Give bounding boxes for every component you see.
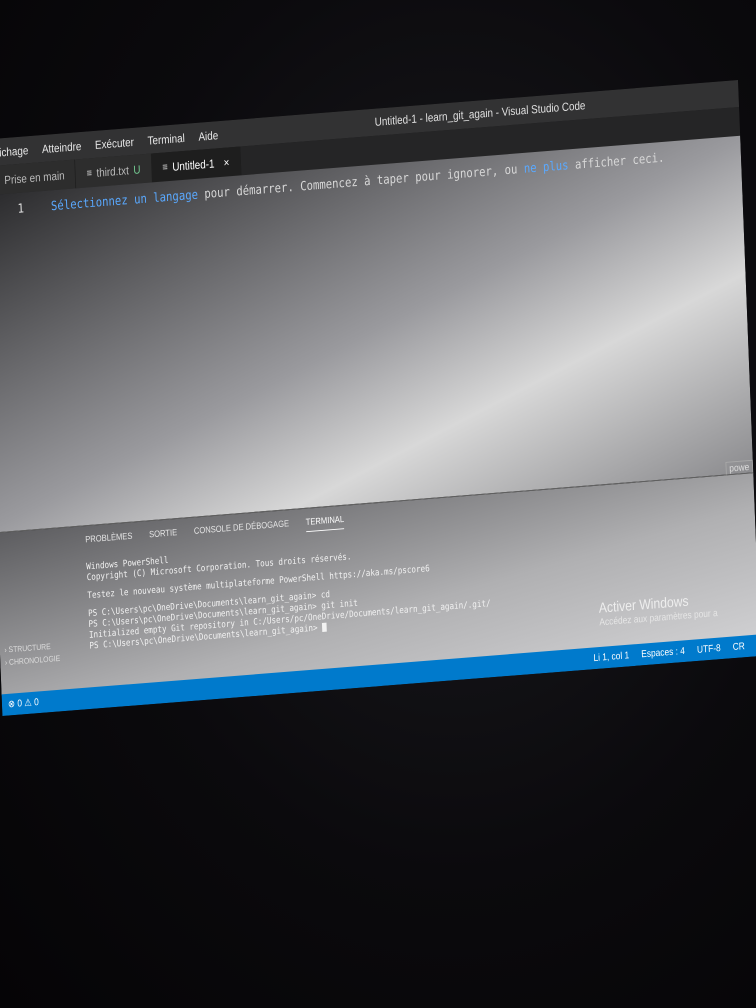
- section-label: CHRONOLOGIE: [8, 653, 61, 667]
- chevron-right-icon: ›: [4, 645, 7, 655]
- vscode-window: Affichage Atteindre Exécuter Terminal Ai…: [0, 80, 756, 716]
- menu-terminal[interactable]: Terminal: [140, 130, 191, 148]
- tab-label: Prise en main: [4, 168, 65, 187]
- select-language-link[interactable]: Sélectionnez un langage: [51, 188, 199, 214]
- line-number: 1: [17, 201, 25, 217]
- hint-text-end: afficher ceci.: [568, 150, 665, 173]
- dont-show-again-link[interactable]: ne plus: [524, 158, 569, 176]
- tab-console-debogage[interactable]: CONSOLE DE DÉBOGAGE: [194, 519, 290, 541]
- problems-count[interactable]: ⊗ 0 ⚠ 0: [8, 696, 39, 710]
- tab-terminal[interactable]: TERMINAL: [305, 514, 345, 533]
- editor-area[interactable]: 1 Sélectionnez un langage pour démarrer.…: [0, 135, 754, 533]
- menu-atteindre[interactable]: Atteindre: [35, 138, 89, 156]
- menu-executer[interactable]: Exécuter: [88, 134, 141, 152]
- file-text-icon: ≡: [86, 166, 93, 180]
- menu-affichage[interactable]: Affichage: [0, 142, 35, 160]
- tab-problemes[interactable]: PROBLÈMES: [85, 531, 133, 549]
- indentation[interactable]: Espaces : 4: [641, 646, 685, 660]
- close-icon[interactable]: ×: [223, 155, 229, 169]
- tab-label: Untitled-1: [172, 156, 215, 174]
- encoding[interactable]: UTF-8: [697, 643, 721, 656]
- tab-sortie[interactable]: SORTIE: [149, 528, 178, 545]
- end-of-line[interactable]: CR: [733, 641, 745, 653]
- chevron-right-icon: ›: [4, 657, 8, 668]
- menu-aide[interactable]: Aide: [191, 127, 225, 143]
- cursor-position[interactable]: Li 1, col 1: [593, 650, 629, 664]
- untracked-badge: U: [133, 162, 141, 177]
- file-text-icon: ≡: [162, 160, 168, 174]
- tab-label: third.txt: [96, 163, 130, 180]
- terminal-cursor: [321, 622, 327, 632]
